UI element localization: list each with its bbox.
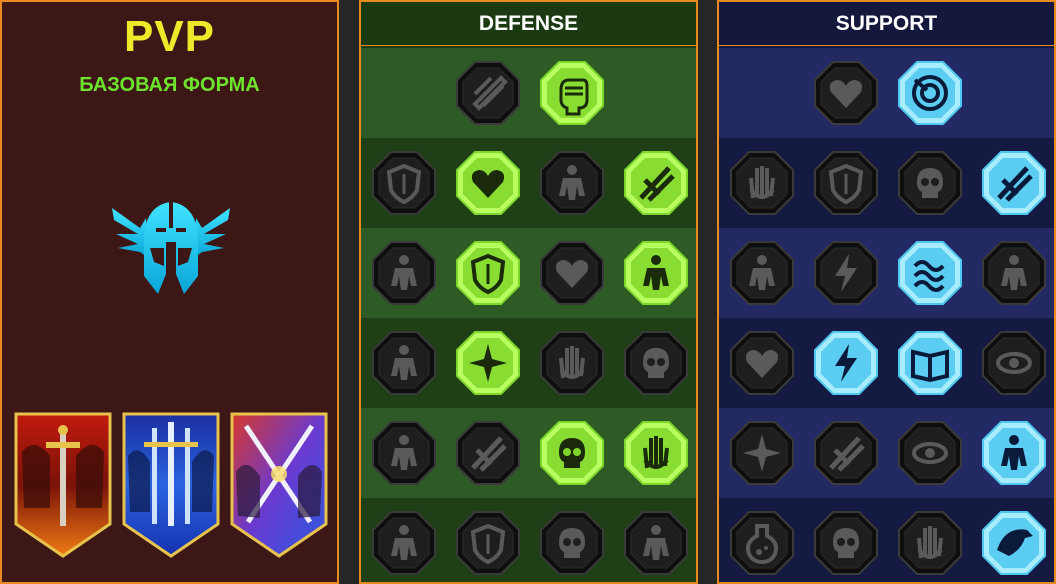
crowned-warrior-icon[interactable]	[371, 510, 437, 576]
open-palm-icon[interactable]	[539, 330, 605, 396]
arm-blast-icon[interactable]	[981, 150, 1047, 216]
angry-eyes-icon[interactable]	[981, 330, 1047, 396]
potion-flask-icon[interactable]	[729, 510, 795, 576]
sparkle-figure-icon[interactable]	[729, 240, 795, 306]
winged-shield-icon[interactable]	[455, 510, 521, 576]
support-tree: SUPPORT	[717, 0, 1056, 584]
skill-row	[719, 408, 1054, 498]
storm-waves-icon[interactable]	[897, 240, 963, 306]
pvp-subtitle: БАЗОВАЯ ФОРМА	[79, 74, 260, 96]
praying-hands-icon[interactable]	[729, 150, 795, 216]
strongman-icon[interactable]	[623, 510, 689, 576]
open-book-icon[interactable]	[897, 330, 963, 396]
smoking-skull-icon[interactable]	[897, 150, 963, 216]
arched-shield-icon[interactable]	[813, 150, 879, 216]
crowd-icon[interactable]	[371, 330, 437, 396]
radiant-skull-icon[interactable]	[539, 420, 605, 486]
mastery-screen: PVP БАЗОВАЯ ФОРМА DEFENSE SUPPORT	[0, 0, 1056, 584]
defense-tree: DEFENSE	[359, 0, 698, 584]
pvp-panel: PVP БАЗОВАЯ ФОРМА	[0, 0, 339, 584]
banner-row	[14, 412, 330, 562]
warrior-shadow-icon[interactable]	[371, 240, 437, 306]
chained-heart-icon[interactable]	[729, 330, 795, 396]
bull-head-icon[interactable]	[623, 330, 689, 396]
skill-row	[361, 318, 696, 408]
lightning-icon[interactable]	[813, 240, 879, 306]
defense-tree-title: DEFENSE	[361, 2, 696, 46]
bearded-face-icon[interactable]	[539, 510, 605, 576]
skill-row	[361, 498, 696, 582]
skill-row	[361, 48, 696, 138]
skill-row	[719, 318, 1054, 408]
skill-row	[719, 228, 1054, 318]
dash-runner-icon[interactable]	[371, 420, 437, 486]
claw-marks-icon[interactable]	[455, 420, 521, 486]
crossed-swords-banner-icon[interactable]	[230, 412, 328, 558]
stone-golem-icon[interactable]	[539, 150, 605, 216]
support-tree-title: SUPPORT	[719, 2, 1054, 46]
horned-skull-icon[interactable]	[813, 510, 879, 576]
brick-wall-icon[interactable]	[455, 60, 521, 126]
twin-figures-icon[interactable]	[981, 240, 1047, 306]
heart-organ-icon[interactable]	[455, 150, 521, 216]
speed-boot-icon[interactable]	[813, 420, 879, 486]
healing-hand-icon[interactable]	[623, 420, 689, 486]
blue-sword-banner-icon[interactable]	[122, 412, 220, 558]
skill-row	[361, 228, 696, 318]
skill-row	[719, 498, 1054, 582]
skull-heart-icon[interactable]	[539, 240, 605, 306]
halo-figure-icon[interactable]	[623, 240, 689, 306]
voodoo-doll-icon[interactable]	[981, 420, 1047, 486]
raised-fist-icon[interactable]	[539, 60, 605, 126]
skill-row	[719, 48, 1054, 138]
skill-row	[361, 408, 696, 498]
skill-row	[361, 138, 696, 228]
winged-helmet-icon	[112, 202, 230, 294]
skill-row	[719, 138, 1054, 228]
compass-star-icon[interactable]	[729, 420, 795, 486]
crossed-blades-icon[interactable]	[623, 150, 689, 216]
knight-shield-icon[interactable]	[455, 240, 521, 306]
heart-plus-icon[interactable]	[813, 60, 879, 126]
fist-crown-icon[interactable]	[897, 510, 963, 576]
all-seeing-eye-icon[interactable]	[897, 420, 963, 486]
meteor-icon[interactable]	[813, 330, 879, 396]
swirl-target-icon[interactable]	[897, 60, 963, 126]
pvp-title: PVP	[123, 12, 216, 61]
layered-shield-icon[interactable]	[371, 150, 437, 216]
hourglass-alien-icon[interactable]	[455, 330, 521, 396]
eagle-head-icon[interactable]	[981, 510, 1047, 576]
red-sword-banner-icon[interactable]	[14, 412, 112, 558]
